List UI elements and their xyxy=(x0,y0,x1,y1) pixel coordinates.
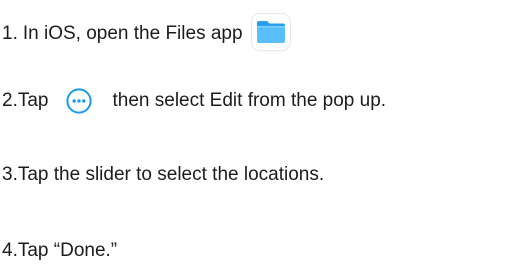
step-4-text: Tap “Done.” xyxy=(17,240,118,261)
step-4: 4. Tap “Done.” xyxy=(2,239,117,263)
step-2-text-before: Tap xyxy=(17,90,49,111)
step-1: 1. In iOS, open the Files app xyxy=(2,14,290,50)
step-4-number: 4. xyxy=(2,240,18,261)
step-3-text: Tap the slider to select the locations. xyxy=(17,164,325,185)
step-3: 3. Tap the slider to select the location… xyxy=(2,163,324,187)
step-2-text-after: then select Edit from the pop up. xyxy=(112,90,387,111)
step-2: 2. Tap then select Edit from the pop up. xyxy=(2,88,386,114)
step-2-number: 2. xyxy=(2,90,18,111)
step-1-number: 1. xyxy=(2,23,18,44)
step-3-number: 3. xyxy=(2,164,18,185)
more-ellipsis-circle-icon xyxy=(65,88,92,114)
files-app-icon xyxy=(251,14,290,50)
step-1-text: In iOS, open the Files app xyxy=(22,23,243,44)
